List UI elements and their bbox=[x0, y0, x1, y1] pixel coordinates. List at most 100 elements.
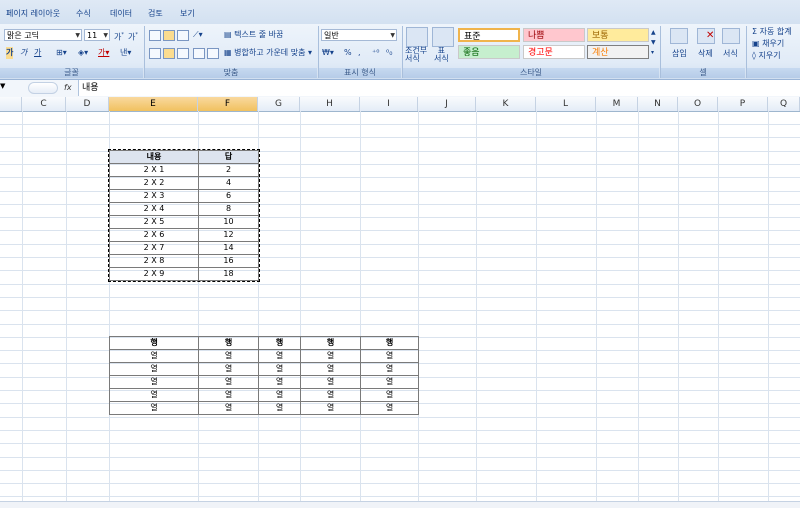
name-box-dropdown[interactable]: ▼ bbox=[0, 82, 20, 94]
table-cell[interactable]: 2 bbox=[198, 163, 259, 177]
table-cell[interactable]: 열 bbox=[258, 388, 301, 402]
table-cell[interactable]: 18 bbox=[198, 267, 259, 281]
header-cell[interactable]: 행 bbox=[360, 336, 419, 350]
tab-data[interactable]: 데이터 bbox=[110, 8, 132, 19]
fill-color-button[interactable]: ◈▾ bbox=[78, 47, 88, 59]
style-bad[interactable]: 나쁨 bbox=[523, 28, 585, 42]
increase-decimal-button[interactable]: ⁺⁰ bbox=[372, 47, 379, 59]
table-cell[interactable]: 16 bbox=[198, 254, 259, 268]
style-standard[interactable]: 표준 bbox=[458, 28, 520, 42]
table-cell[interactable]: 열 bbox=[109, 375, 199, 389]
table-cell[interactable]: 2 X 4 bbox=[109, 202, 199, 216]
row-header-corner[interactable] bbox=[0, 97, 22, 111]
wrap-text-button[interactable]: ▤ 텍스트 줄 바꿈 bbox=[224, 29, 283, 41]
grow-font-button[interactable]: 가* bbox=[114, 29, 124, 42]
table-cell[interactable]: 열 bbox=[300, 362, 361, 376]
table-cell[interactable]: 열 bbox=[198, 388, 259, 402]
column-header[interactable]: Q bbox=[768, 97, 800, 111]
tab-page-layout[interactable]: 페이지 레이아웃 bbox=[6, 8, 60, 19]
table-cell[interactable]: 12 bbox=[198, 228, 259, 242]
table-cell[interactable]: 2 X 1 bbox=[109, 163, 199, 177]
clear-button[interactable]: ◊ 지우기 bbox=[752, 50, 781, 62]
column-header[interactable]: J bbox=[418, 97, 476, 111]
number-format-combo[interactable]: 일반 ▼ bbox=[321, 29, 397, 41]
decrease-indent-icon[interactable] bbox=[193, 48, 205, 59]
column-header[interactable]: O bbox=[678, 97, 718, 111]
table-cell[interactable]: 열 bbox=[300, 375, 361, 389]
font-name-combo[interactable]: 맑은 고딕 ▼ bbox=[4, 29, 82, 41]
table-cell[interactable]: 열 bbox=[258, 375, 301, 389]
fill-button[interactable]: ▣ 채우기 bbox=[752, 38, 784, 50]
header-cell[interactable]: 행 bbox=[258, 336, 301, 350]
style-neutral[interactable]: 보통 bbox=[587, 28, 649, 42]
format-as-table-button[interactable]: 표 서식 bbox=[434, 47, 449, 63]
italic-button[interactable]: 가 bbox=[20, 47, 27, 59]
table-cell[interactable]: 열 bbox=[258, 401, 301, 415]
table-cell[interactable]: 10 bbox=[198, 215, 259, 229]
font-size-combo[interactable]: 11 ▼ bbox=[84, 29, 110, 41]
table-cell[interactable]: 열 bbox=[198, 349, 259, 363]
column-header[interactable]: P bbox=[718, 97, 768, 111]
align-middle-icon[interactable] bbox=[163, 30, 175, 41]
formula-input[interactable]: 내용 bbox=[78, 80, 800, 96]
table-cell[interactable]: 열 bbox=[109, 349, 199, 363]
column-header[interactable]: C bbox=[22, 97, 66, 111]
table-cell[interactable]: 열 bbox=[360, 401, 419, 415]
tab-review[interactable]: 검토 bbox=[148, 8, 163, 19]
format-button[interactable]: 서식 bbox=[723, 48, 738, 60]
table-cell[interactable]: 열 bbox=[109, 362, 199, 376]
tab-formulas[interactable]: 수식 bbox=[76, 8, 91, 19]
header-cell[interactable]: 행 bbox=[300, 336, 361, 350]
align-left-icon[interactable] bbox=[149, 48, 161, 59]
formula-bar-splitter[interactable] bbox=[28, 82, 58, 94]
table-cell[interactable]: 열 bbox=[300, 388, 361, 402]
conditional-format-button[interactable]: 조건부 서식 bbox=[405, 47, 427, 63]
align-bottom-icon[interactable] bbox=[177, 30, 189, 41]
underline-button[interactable]: 가 bbox=[34, 47, 41, 59]
column-header[interactable]: N bbox=[638, 97, 678, 111]
column-header[interactable]: E bbox=[109, 97, 198, 111]
tab-view[interactable]: 보기 bbox=[180, 8, 195, 19]
column-header[interactable]: G bbox=[258, 97, 300, 111]
column-header[interactable]: M bbox=[596, 97, 638, 111]
table-cell[interactable]: 열 bbox=[360, 375, 419, 389]
column-header[interactable]: K bbox=[476, 97, 536, 111]
insert-function-icon[interactable]: fx bbox=[64, 83, 72, 92]
table-cell[interactable]: 열 bbox=[360, 362, 419, 376]
shrink-font-button[interactable]: 가* bbox=[128, 29, 138, 42]
orientation-button[interactable]: ⟋▾ bbox=[193, 29, 203, 41]
percent-button[interactable]: % bbox=[344, 47, 352, 59]
bold-button[interactable]: 가 bbox=[6, 47, 14, 59]
table-cell[interactable]: 2 X 3 bbox=[109, 189, 199, 203]
styles-scroll-button[interactable]: ▲ ▼ ▾ bbox=[651, 28, 656, 56]
table-cell[interactable]: 2 X 7 bbox=[109, 241, 199, 255]
header-cell[interactable]: 내용 bbox=[109, 150, 199, 164]
style-calc[interactable]: 계산 bbox=[587, 45, 649, 59]
table-cell[interactable]: 열 bbox=[258, 349, 301, 363]
column-header[interactable]: I bbox=[360, 97, 418, 111]
table-cell[interactable]: 4 bbox=[198, 176, 259, 190]
column-header[interactable]: L bbox=[536, 97, 596, 111]
table-cell[interactable]: 2 X 5 bbox=[109, 215, 199, 229]
header-cell[interactable]: 답 bbox=[198, 150, 259, 164]
align-center-icon[interactable] bbox=[163, 48, 175, 59]
border-button[interactable]: ⊞▾ bbox=[56, 47, 67, 59]
delete-button[interactable]: 삭제 bbox=[698, 48, 713, 60]
table-cell[interactable]: 열 bbox=[109, 388, 199, 402]
table-cell[interactable]: 열 bbox=[198, 401, 259, 415]
style-warning[interactable]: 경고문 bbox=[523, 45, 585, 59]
table-cell[interactable]: 열 bbox=[300, 401, 361, 415]
table-cell[interactable]: 14 bbox=[198, 241, 259, 255]
table-cell[interactable]: 2 X 2 bbox=[109, 176, 199, 190]
table-cell[interactable]: 열 bbox=[300, 349, 361, 363]
phonetic-button[interactable]: 낸▾ bbox=[120, 47, 131, 59]
table-cell[interactable]: 2 X 9 bbox=[109, 267, 199, 281]
header-cell[interactable]: 행 bbox=[198, 336, 259, 350]
table-cell[interactable]: 열 bbox=[198, 375, 259, 389]
style-good[interactable]: 좋음 bbox=[458, 45, 520, 59]
align-right-icon[interactable] bbox=[177, 48, 189, 59]
table-cell[interactable]: 열 bbox=[258, 362, 301, 376]
table-cell[interactable]: 열 bbox=[360, 349, 419, 363]
font-color-button[interactable]: 가▾ bbox=[98, 47, 109, 59]
comma-button[interactable]: , bbox=[358, 47, 361, 59]
